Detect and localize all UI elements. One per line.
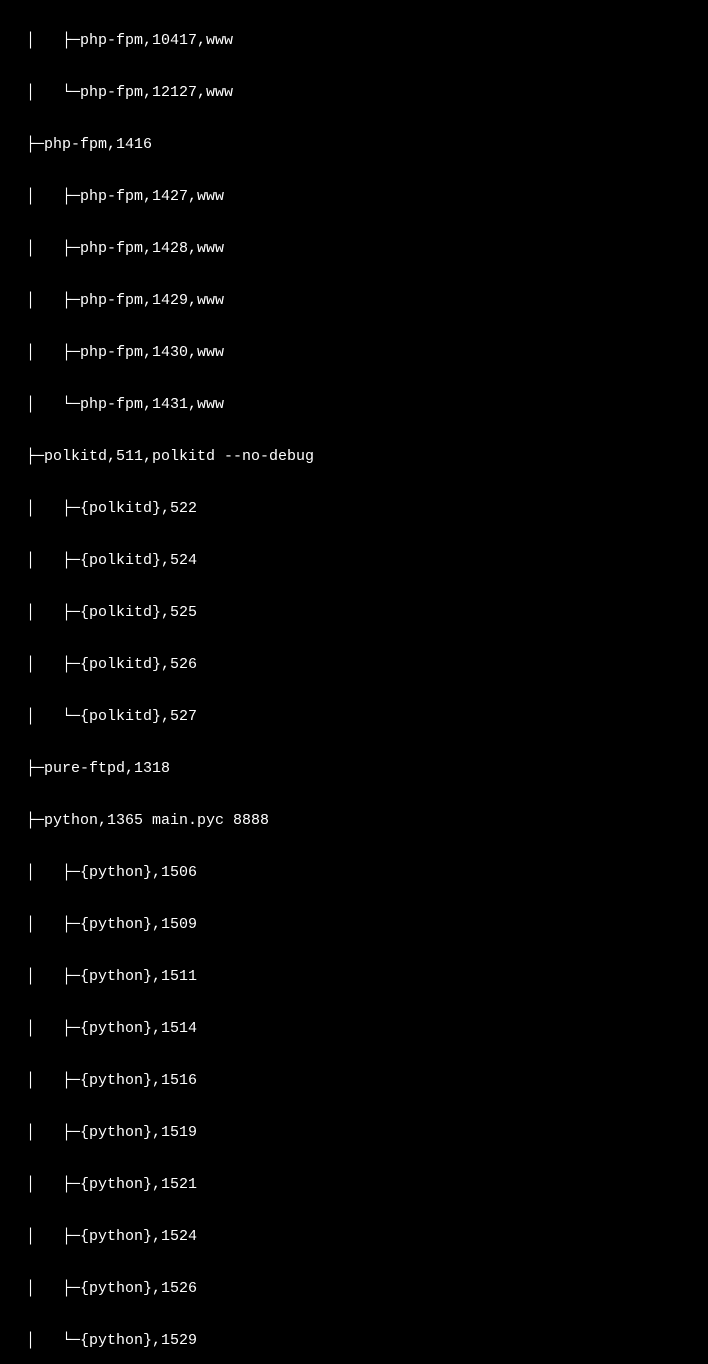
process-tree-line: │ ├─php-fpm,1430,www bbox=[8, 340, 708, 366]
process-tree-line: │ ├─php-fpm,10417,www bbox=[8, 28, 708, 54]
process-tree-line: │ ├─php-fpm,1427,www bbox=[8, 184, 708, 210]
process-tree-line: ├─pure-ftpd,1318 bbox=[8, 756, 708, 782]
process-tree-line: │ ├─{python},1514 bbox=[8, 1016, 708, 1042]
process-tree-line: ├─python,1365 main.pyc 8888 bbox=[8, 808, 708, 834]
process-tree-line: │ ├─{python},1524 bbox=[8, 1224, 708, 1250]
process-tree-line: │ ├─{python},1516 bbox=[8, 1068, 708, 1094]
process-tree-line: │ ├─{polkitd},526 bbox=[8, 652, 708, 678]
process-tree-line: │ ├─{python},1509 bbox=[8, 912, 708, 938]
process-tree-line: │ ├─{polkitd},524 bbox=[8, 548, 708, 574]
terminal-output: │ ├─php-fpm,10417,www │ └─php-fpm,12127,… bbox=[0, 0, 708, 1364]
process-tree-line: │ ├─{python},1519 bbox=[8, 1120, 708, 1146]
process-tree-line: ├─php-fpm,1416 bbox=[8, 132, 708, 158]
process-tree-line: │ ├─{polkitd},525 bbox=[8, 600, 708, 626]
process-tree-line: │ ├─{python},1521 bbox=[8, 1172, 708, 1198]
process-tree-line: │ └─php-fpm,12127,www bbox=[8, 80, 708, 106]
process-tree-line: │ ├─php-fpm,1429,www bbox=[8, 288, 708, 314]
process-tree-line: │ └─{python},1529 bbox=[8, 1328, 708, 1354]
process-tree-line: ├─polkitd,511,polkitd --no-debug bbox=[8, 444, 708, 470]
process-tree-line: │ └─php-fpm,1431,www bbox=[8, 392, 708, 418]
process-tree-line: │ ├─php-fpm,1428,www bbox=[8, 236, 708, 262]
process-tree-line: │ └─{polkitd},527 bbox=[8, 704, 708, 730]
process-tree-line: │ ├─{polkitd},522 bbox=[8, 496, 708, 522]
process-tree-line: │ ├─{python},1506 bbox=[8, 860, 708, 886]
process-tree-line: │ ├─{python},1526 bbox=[8, 1276, 708, 1302]
process-tree-line: │ ├─{python},1511 bbox=[8, 964, 708, 990]
